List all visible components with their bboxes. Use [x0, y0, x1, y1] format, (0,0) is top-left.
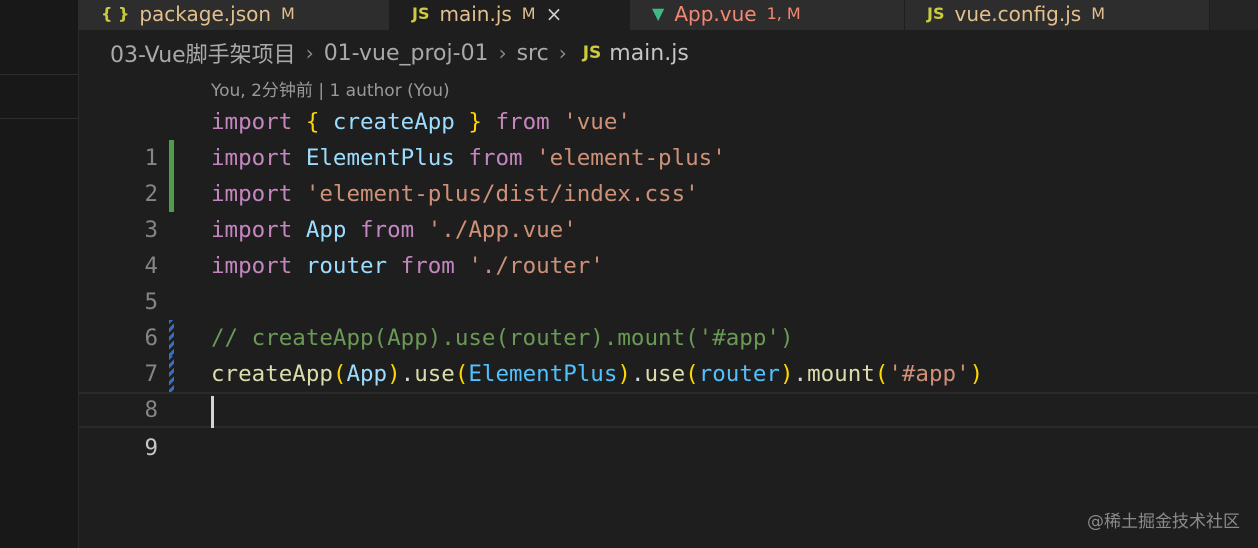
code-token: .	[630, 361, 645, 387]
git-modified-marker[interactable]	[169, 320, 174, 356]
file-type-icon: { }	[101, 4, 130, 23]
code-token: }	[468, 109, 482, 135]
code-line: 6	[79, 284, 1258, 351]
breadcrumb-item[interactable]: 03-Vue脚手架项目	[110, 37, 296, 69]
git-status-badge: M	[1091, 4, 1106, 23]
git-modified-marker[interactable]	[169, 356, 174, 392]
tab-app-vue[interactable]: ▼ App.vue 1, M	[630, 0, 905, 30]
code-token: (	[874, 361, 889, 387]
close-icon[interactable]: ×	[546, 4, 563, 24]
code-token: from	[468, 145, 523, 171]
git-status-badge: 1, M	[766, 4, 801, 23]
code-line: 3 import 'element-plus/dist/index.css'	[79, 176, 1258, 243]
code-token: createApp	[211, 361, 333, 387]
code-token: .	[793, 361, 808, 387]
code-token: 'element-plus/dist/index.css'	[305, 181, 699, 207]
code-line: 7 // createApp(App).use(router).mount('#…	[79, 320, 1258, 387]
code-token: import	[211, 145, 293, 171]
code-token: (	[332, 361, 347, 387]
code-token: (	[685, 361, 699, 387]
code-token: )	[969, 361, 984, 387]
code-token: ElementPlus	[305, 145, 455, 171]
javascript-file-icon: JS	[582, 43, 602, 63]
tab-package-json[interactable]: { } package.json M	[79, 0, 390, 30]
code-token: from	[360, 217, 415, 243]
code-token: 'vue'	[563, 109, 631, 135]
code-token: (	[454, 361, 469, 387]
code-token: App	[346, 361, 388, 387]
code-token: mount	[807, 361, 875, 387]
code-editor[interactable]: 1 import { createApp } from 'vue' 2 impo…	[79, 104, 1258, 461]
tab-label: package.json	[139, 2, 272, 26]
code-token: './App.vue'	[427, 217, 577, 243]
code-line: 8 createApp(App).use(ElementPlus).use(ro…	[79, 356, 1258, 423]
code-token: from	[495, 109, 550, 135]
code-token: import	[211, 253, 293, 279]
code-token: router	[698, 361, 780, 387]
code-token: )	[387, 361, 401, 387]
code-token: 'element-plus'	[536, 145, 726, 171]
code-token: )	[617, 361, 631, 387]
breadcrumb-item[interactable]: 01-vue_proj-01	[324, 41, 489, 66]
file-type-icon: ▼	[652, 4, 665, 23]
code-comment: // createApp(App).use(router).mount('#ap…	[211, 325, 794, 351]
code-line: 1 import { createApp } from 'vue'	[79, 104, 1258, 171]
code-token: use	[414, 361, 455, 387]
code-token: './router'	[468, 253, 604, 279]
code-token: '#app'	[888, 361, 970, 387]
chevron-right-icon: ›	[498, 41, 507, 65]
file-type-icon: JS	[412, 4, 430, 23]
file-type-icon: JS	[927, 4, 945, 23]
breadcrumb-current-file[interactable]: main.js	[609, 41, 689, 66]
code-token: {	[305, 109, 320, 135]
text-cursor	[211, 396, 214, 428]
tab-label: main.js	[439, 2, 512, 26]
tab-main-js[interactable]: JS main.js M ×	[390, 0, 630, 30]
code-token: router	[305, 253, 388, 279]
tab-label: App.vue	[674, 2, 757, 26]
code-token: .	[400, 361, 415, 387]
code-token: import	[211, 217, 293, 243]
code-token: import	[211, 181, 293, 207]
git-status-badge: M	[521, 4, 536, 23]
code-token: use	[644, 361, 686, 387]
editor-tabs: { } package.json M JS main.js M × ▼ App.vue 1, M J…	[79, 0, 1258, 30]
code-line: 5 import router from './router'	[79, 248, 1258, 315]
code-line: 2 import ElementPlus from 'element-plus'	[79, 140, 1258, 207]
tab-label: vue.config.js	[954, 2, 1082, 26]
activity-bar	[0, 0, 79, 548]
code-line-current: 9	[79, 392, 1258, 461]
git-status-badge: M	[281, 4, 295, 23]
git-added-marker[interactable]	[169, 176, 174, 212]
git-added-marker[interactable]	[169, 140, 174, 176]
line-number: 9	[144, 435, 158, 461]
watermark: @稀土掘金技术社区	[1087, 512, 1240, 532]
tab-vue-config-js[interactable]: JS vue.config.js M	[905, 0, 1210, 30]
chevron-right-icon: ›	[558, 41, 567, 65]
sidebar-divider	[0, 118, 78, 119]
sidebar-divider	[0, 74, 78, 75]
breadcrumb-item[interactable]: src	[517, 41, 549, 66]
code-token: from	[400, 253, 455, 279]
code-token: import	[211, 109, 293, 135]
codelens-blame[interactable]: You, 2分钟前 | 1 author (You)	[211, 76, 450, 101]
chevron-right-icon: ›	[305, 41, 314, 65]
code-token: )	[779, 361, 794, 387]
code-token: App	[305, 217, 347, 243]
breadcrumb: 03-Vue脚手架项目 › 01-vue_proj-01 › src › JS …	[110, 36, 689, 70]
code-token: createApp	[332, 109, 455, 135]
code-line: 4 import App from './App.vue'	[79, 212, 1258, 279]
code-token: ElementPlus	[468, 361, 618, 387]
